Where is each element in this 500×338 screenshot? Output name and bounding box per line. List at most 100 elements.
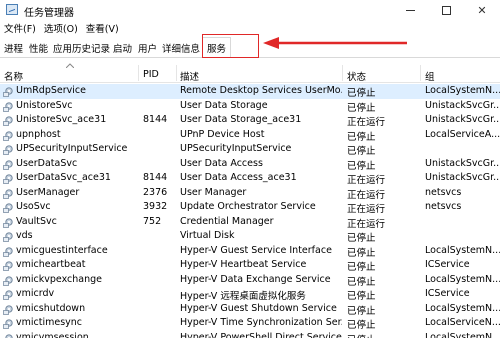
minimize-icon — [405, 9, 415, 11]
service-description: Hyper-V 远程桌面虚拟化服务 — [180, 291, 306, 302]
service-status: 已停止 — [347, 305, 376, 317]
table-row[interactable]: UPSecurityInputService UPSecurityInputSer… — [0, 142, 500, 157]
table-row[interactable]: UserDataSvc User Data Access 已停止 UnistackSv… — [0, 157, 500, 172]
service-gear-icon — [3, 203, 13, 213]
tab-performance[interactable]: 性能 — [29, 41, 48, 55]
service-group: netsvcs — [425, 186, 462, 198]
service-gear-icon — [5, 333, 13, 338]
table-row[interactable]: upnphost UPnP Device Host 已停止 LocalServiceA… — [0, 128, 500, 143]
service-group: LocalSystemN... — [425, 302, 500, 314]
header-group[interactable]: 组 — [425, 69, 435, 83]
service-description: Hyper-V Data Exchange Service — [180, 273, 331, 285]
service-name: UserDataSvc_ace31 — [16, 172, 111, 183]
service-status: 正在运行 — [347, 175, 386, 186]
table-row[interactable]: vmicheartbeat Hyper-V Heartbeat Service 已停… — [0, 258, 500, 273]
service-name: vmictimesync — [16, 317, 83, 328]
service-description: UPSecurityInputService — [180, 143, 292, 154]
service-status: 已停止 — [347, 320, 376, 331]
task-manager-icon — [6, 4, 18, 15]
table-row[interactable]: UnistoreSvc_ace31 8144 User Data Storage_a… — [0, 113, 500, 128]
close-button[interactable]: ✕ — [464, 0, 500, 20]
service-gear-icon — [3, 275, 13, 286]
service-gear-icon — [3, 217, 13, 228]
title-bar: 任务管理器 ✕ — [0, 0, 500, 20]
table-row[interactable]: VaultSvc 752 Credential Manager 正在运行 — [0, 215, 500, 230]
table-row[interactable]: UnistoreSvc User Data Storage 已停止 UnistackS… — [0, 99, 500, 114]
service-name: UsoSvc — [16, 201, 51, 212]
column-divider[interactable] — [420, 65, 421, 81]
table-row[interactable]: UserManager 2376 User Manager 正在运行 netsvcs — [0, 186, 500, 201]
service-status: 已停止 — [347, 276, 376, 288]
service-status: 已停止 — [347, 262, 376, 273]
service-gear-icon — [3, 116, 13, 126]
service-group: LocalServiceA... — [425, 128, 500, 140]
table-row[interactable]: vmickvpexchange Hyper-V Data Exchange Ser… — [0, 273, 500, 288]
service-name: vds — [16, 230, 33, 241]
service-gear-icon — [3, 319, 13, 329]
service-description: Virtual Disk — [180, 230, 235, 241]
service-name: UmRdpService — [16, 85, 86, 96]
service-description: Update Orchestrator Service — [180, 201, 316, 212]
tab-details[interactable]: 详细信息 — [162, 41, 200, 55]
service-name: upnphost — [16, 128, 61, 140]
table-row[interactable]: UmRdpService Remote Desktop Services User… — [0, 84, 500, 99]
service-status: 已停止 — [347, 291, 376, 302]
service-group: LocalServiceN... — [425, 317, 500, 328]
header-name[interactable]: 名称 — [4, 69, 23, 83]
service-status: 正在运行 — [347, 218, 386, 230]
service-name: vmicguestinterface — [16, 244, 108, 256]
service-status: 已停止 — [347, 160, 376, 172]
service-description: User Data Access — [180, 157, 263, 169]
column-divider[interactable] — [138, 65, 139, 81]
column-divider[interactable] — [342, 65, 343, 81]
service-status: 已停止 — [347, 131, 376, 143]
column-header: 名称 PID 描述 状态 组 — [0, 63, 500, 83]
header-description[interactable]: 描述 — [180, 69, 199, 83]
service-name: vmicrdv — [16, 288, 55, 299]
header-pid[interactable]: PID — [143, 69, 159, 80]
tab-users[interactable]: 用户 — [138, 41, 157, 55]
service-gear-icon — [3, 188, 13, 199]
service-gear-icon — [3, 159, 13, 170]
table-row[interactable]: vmicguestinterface Hyper-V Guest Service … — [0, 244, 500, 259]
maximize-button[interactable] — [428, 0, 464, 20]
service-gear-icon — [3, 130, 13, 141]
window-title: 任务管理器 — [24, 8, 74, 19]
tab-app-history[interactable]: 应用历史记录 — [53, 41, 110, 55]
header-status[interactable]: 状态 — [347, 69, 366, 83]
sort-ascending-icon — [66, 63, 74, 68]
service-gear-icon — [3, 232, 13, 242]
service-name: UserDataSvc — [16, 157, 78, 169]
minimize-button[interactable] — [392, 0, 428, 20]
annotation-highlight-box — [202, 34, 259, 58]
service-description: User Manager — [180, 186, 247, 198]
service-name: UnistoreSvc — [16, 99, 73, 111]
column-divider[interactable] — [176, 65, 177, 81]
table-row[interactable]: UsoSvc 3932 Update Orchestrator Service 正在运… — [0, 200, 500, 215]
table-row[interactable]: vmictimesync Hyper-V Time Synchronization… — [0, 316, 500, 331]
table-row[interactable]: vmicrdv Hyper-V 远程桌面虚拟化服务 已停止 ICService — [0, 287, 500, 302]
service-status: 正在运行 — [347, 204, 386, 215]
menu-view[interactable]: 查看(V) — [82, 21, 123, 35]
service-description: Remote Desktop Services UserMo... — [180, 85, 342, 96]
service-description: Hyper-V Guest Shutdown Service — [180, 302, 337, 314]
service-pid: 2376 — [143, 186, 168, 198]
service-status: 已停止 — [347, 233, 376, 244]
annotation-arrow-icon — [263, 37, 407, 49]
service-description: UPnP Device Host — [180, 128, 265, 140]
service-gear-icon — [3, 290, 13, 300]
menu-options[interactable]: 选项(O) — [40, 21, 82, 35]
service-description: Hyper-V Guest Service Interface — [180, 244, 332, 256]
tab-startup[interactable]: 启动 — [113, 41, 132, 55]
service-description: User Data Storage — [180, 99, 268, 111]
service-name: vmicheartbeat — [16, 259, 86, 270]
table-row[interactable]: UserDataSvc_ace31 8144 User Data Access_ac… — [0, 171, 500, 186]
menu-file[interactable]: 文件(F) — [0, 21, 40, 35]
table-row[interactable]: vds Virtual Disk 已停止 — [0, 229, 500, 244]
table-row[interactable]: vmicvmsession Hyper-V PowerShell Direct S… — [0, 331, 500, 338]
service-description: User Data Storage_ace31 — [180, 114, 302, 125]
table-row[interactable]: vmicshutdown Hyper-V Guest Shutdown Servi… — [0, 302, 500, 317]
tab-processes[interactable]: 进程 — [4, 41, 23, 55]
service-group: UnistackSvcGr... — [425, 114, 500, 125]
service-name: vmicvmsession — [16, 331, 89, 338]
